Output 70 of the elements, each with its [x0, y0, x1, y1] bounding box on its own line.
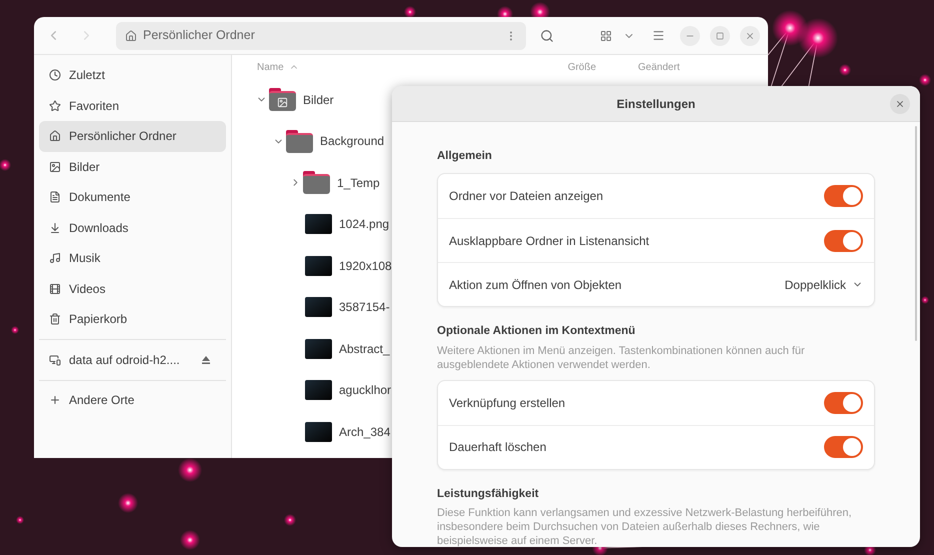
setting-label: Ausklappbare Ordner in Listenansicht	[449, 232, 650, 250]
sidebar-item[interactable]: Favoriten	[39, 90, 226, 121]
setting-label: Dauerhaft löschen	[449, 439, 546, 456]
toggle-switch[interactable]	[824, 185, 863, 208]
setting-label: Verknüpfung erstellen	[449, 394, 566, 412]
dropdown[interactable]: Doppelklick	[784, 276, 863, 294]
maximize-button[interactable]	[710, 26, 730, 46]
network-drive-icon	[49, 354, 61, 366]
sidebar-item[interactable]: Andere Orte	[69, 390, 134, 408]
section-description: Diese Funktion kann verlangsamen und exzessive Netzwerk-Belastung herbeiführen, insbesondere beim Durchsuchen von Dateien außerhalb dieses Rechners, wie beispielsweise auf einem Server.	[437, 506, 853, 547]
path-bar[interactable]: Persönlicher Ordner	[116, 22, 526, 50]
star-icon	[49, 100, 61, 112]
setting-label: Aktion zum Öffnen von Objekten	[449, 276, 622, 294]
thumbnail-placeholder	[305, 338, 332, 359]
file-name[interactable]: Background	[320, 132, 384, 150]
grid-view-icon[interactable]	[600, 30, 612, 42]
sidebar-item[interactable]: Papierkorb	[39, 304, 226, 334]
sidebar-item[interactable]: Zuletzt	[39, 60, 226, 90]
maximize-icon	[716, 32, 724, 40]
file-name[interactable]: 1024.png	[339, 215, 390, 234]
dialog-title: Einstellungen	[616, 96, 696, 112]
thumbnail-placeholder	[305, 422, 332, 442]
close-icon	[745, 30, 755, 40]
file-name[interactable]: Arch_384	[339, 422, 390, 441]
download-icon	[49, 222, 61, 234]
path-label: Persönlicher Ordner	[143, 27, 255, 44]
section-title: Allgemein	[437, 149, 493, 164]
section-title: Leistungsfähigkeit	[437, 486, 540, 502]
home-icon	[49, 130, 61, 142]
file-name[interactable]: agucklhor	[339, 381, 392, 400]
toggle-switch[interactable]	[824, 436, 863, 458]
sidebar-item[interactable]: Dokumente	[39, 182, 226, 212]
sidebar-item[interactable]: data auf odroid-h2....	[69, 350, 180, 368]
film-icon	[49, 282, 61, 295]
section-description: Weitere Aktionen im Menü anzeigen. Tastenkombinationen können auch für ausgeblendete Aktionen verwendet werden.	[437, 344, 806, 372]
thumbnail-placeholder	[305, 214, 332, 234]
setting-label: Ordner vor Dateien anzeigen	[449, 188, 604, 206]
search-icon[interactable]	[540, 28, 554, 42]
file-name[interactable]: 1_Temp	[337, 174, 380, 192]
close-button[interactable]	[740, 26, 760, 46]
file-name[interactable]: 3587154-	[339, 298, 390, 316]
eject-icon[interactable]	[202, 356, 210, 364]
toggle-switch[interactable]	[824, 230, 863, 252]
file-name[interactable]: 1920x108	[339, 256, 392, 275]
thumbnail-placeholder	[305, 297, 332, 318]
clock-icon	[49, 69, 61, 82]
document-icon	[49, 191, 61, 204]
folder-icon	[303, 171, 330, 194]
sidebar-item[interactable]: Bilder	[39, 152, 226, 182]
sidebar-item[interactable]: Persönlicher Ordner	[39, 121, 226, 152]
section-title: Optionale Aktionen im Kontextmenü	[437, 324, 636, 340]
picture-icon	[49, 160, 61, 173]
folder-icon	[269, 88, 296, 112]
file-name[interactable]: Abstract_	[339, 340, 390, 358]
folder-icon	[286, 130, 313, 153]
trash-icon	[49, 313, 61, 326]
sidebar-item[interactable]: Videos	[39, 274, 226, 304]
close-icon	[895, 99, 905, 109]
toggle-switch[interactable]	[824, 392, 863, 414]
music-note-icon	[49, 252, 61, 264]
sidebar-item[interactable]: Musik	[39, 243, 226, 274]
thumbnail-placeholder	[305, 380, 332, 400]
plus-icon	[49, 394, 61, 406]
file-name[interactable]: Bilder	[303, 90, 334, 109]
home-icon	[125, 30, 137, 42]
thumbnail-placeholder	[305, 256, 332, 276]
close-button[interactable]	[890, 94, 910, 114]
menu-icon[interactable]	[652, 29, 665, 42]
sidebar-item[interactable]: Downloads	[39, 212, 226, 243]
scrollbar[interactable]	[915, 126, 917, 341]
